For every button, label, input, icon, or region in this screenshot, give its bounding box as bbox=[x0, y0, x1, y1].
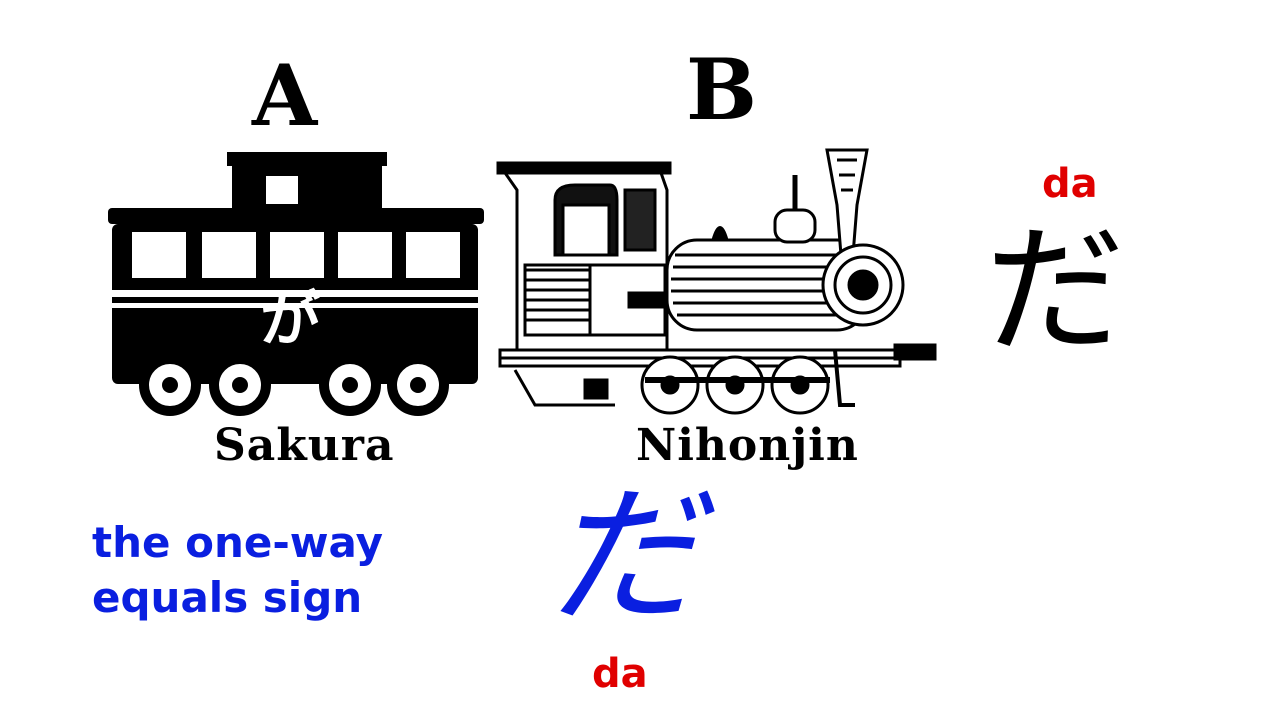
label-nihonjin: Nihonjin bbox=[636, 420, 859, 471]
romaji-bottom: da bbox=[592, 651, 648, 697]
romaji-top: da bbox=[1042, 161, 1098, 207]
caption-line-1: the one-way bbox=[92, 518, 383, 567]
train-car-icon: が bbox=[100, 140, 490, 420]
caption-line-2: equals sign bbox=[92, 572, 363, 622]
label-sakura: Sakura bbox=[214, 420, 395, 471]
steam-locomotive-icon bbox=[495, 145, 940, 420]
car-kana: が bbox=[260, 285, 320, 355]
label-a: A bbox=[252, 46, 318, 145]
kana-da-blue: だ bbox=[548, 470, 699, 644]
label-b: B bbox=[686, 40, 757, 139]
kana-da-black: だ bbox=[985, 210, 1126, 373]
caption: the one-way equals sign bbox=[92, 516, 452, 625]
